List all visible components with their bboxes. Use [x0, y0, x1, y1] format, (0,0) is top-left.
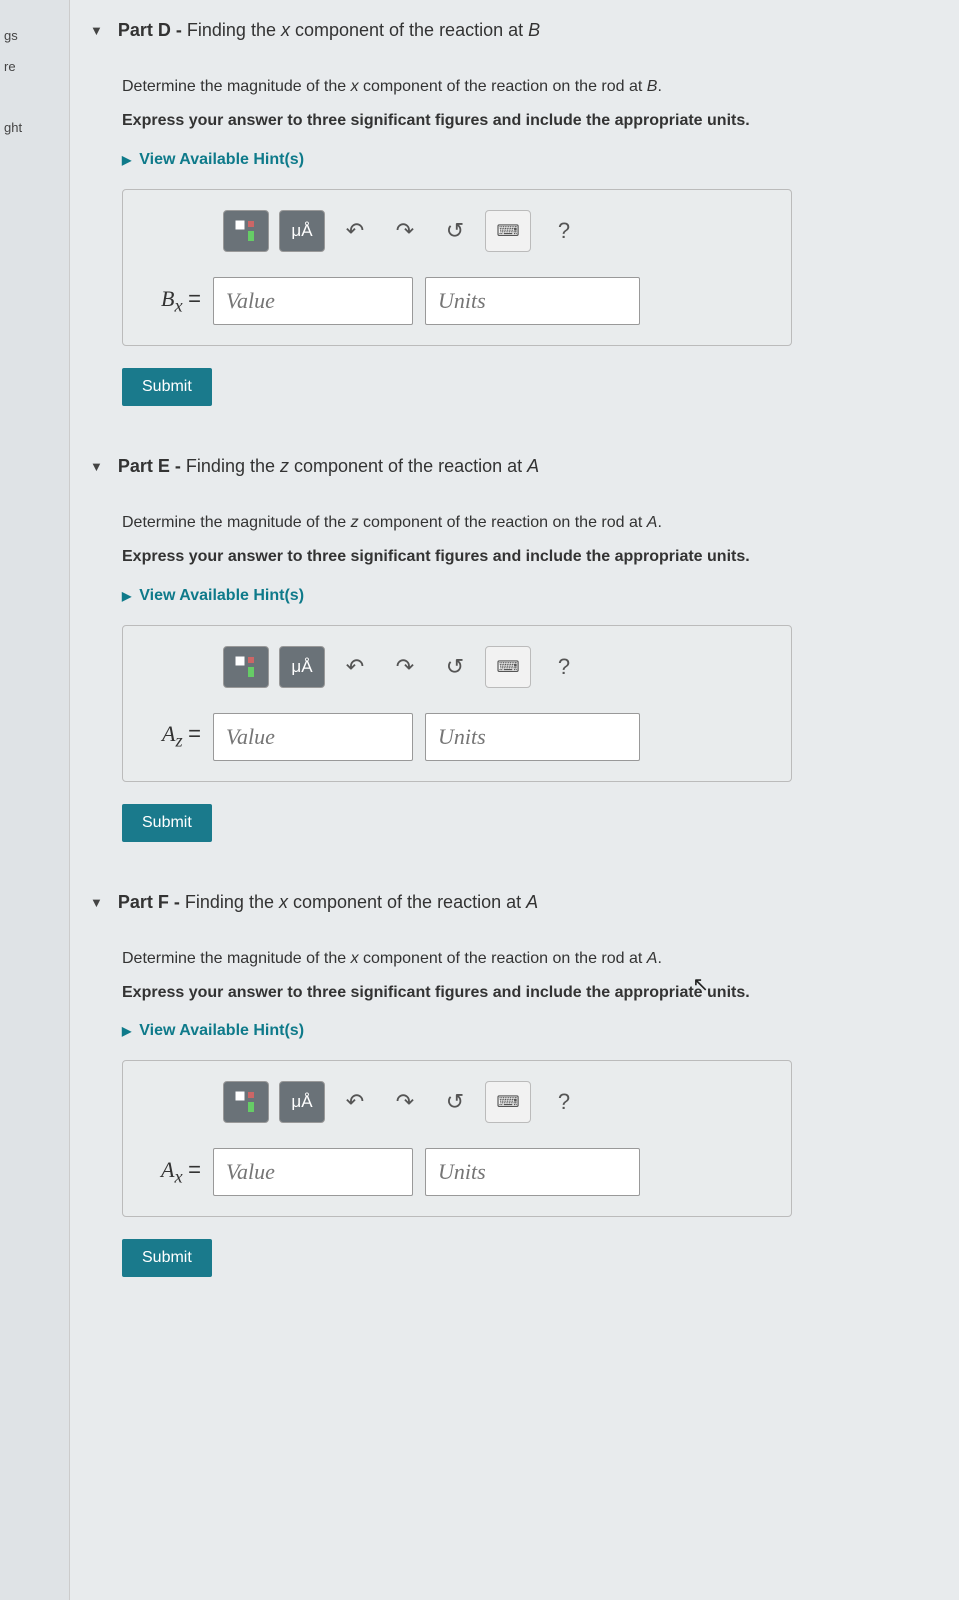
redo-button[interactable]: ↷ — [385, 646, 425, 688]
caret-down-icon: ▼ — [90, 23, 103, 38]
toolbar: μÅ ↶ ↷ ↺ ⌨ ? — [223, 646, 771, 688]
hints-label: View Available Hint(s) — [139, 151, 304, 169]
reset-button[interactable]: ↺ — [435, 646, 475, 688]
keyboard-button[interactable]: ⌨ — [485, 210, 531, 252]
instruction-text: Express your answer to three significant… — [122, 110, 919, 132]
value-input[interactable] — [213, 277, 413, 325]
templates-button[interactable] — [223, 210, 269, 252]
units-button[interactable]: μÅ — [279, 210, 325, 252]
value-input[interactable] — [213, 1148, 413, 1196]
main-content: ▼ Part D - Finding the x component of th… — [70, 0, 959, 1600]
units-input[interactable] — [425, 713, 640, 761]
input-row: Bx = — [143, 277, 771, 325]
submit-button[interactable]: Submit — [122, 804, 212, 842]
instruction-text: Express your answer to three significant… — [122, 546, 919, 568]
sidebar-item[interactable]: gs — [0, 20, 69, 51]
part-e: ▼ Part E - Finding the z component of th… — [90, 456, 919, 842]
view-hints-button[interactable]: ▶ View Available Hint(s) — [122, 151, 919, 169]
help-button[interactable]: ? — [541, 646, 587, 688]
answer-box: μÅ ↶ ↷ ↺ ⌨ ? Bx = — [122, 189, 792, 346]
undo-button[interactable]: ↶ — [335, 1081, 375, 1123]
units-input[interactable] — [425, 1148, 640, 1196]
keyboard-button[interactable]: ⌨ — [485, 646, 531, 688]
view-hints-button[interactable]: ▶ View Available Hint(s) — [122, 587, 919, 605]
part-header[interactable]: ▼ Part D - Finding the x component of th… — [90, 20, 919, 41]
view-hints-button[interactable]: ▶ View Available Hint(s) — [122, 1022, 919, 1040]
submit-button[interactable]: Submit — [122, 368, 212, 406]
caret-right-icon: ▶ — [122, 589, 131, 603]
part-f: ▼ Part F - Finding the x component of th… — [90, 892, 919, 1278]
submit-button[interactable]: Submit — [122, 1239, 212, 1277]
part-header[interactable]: ▼ Part F - Finding the x component of th… — [90, 892, 919, 913]
units-button[interactable]: μÅ — [279, 646, 325, 688]
sidebar-item[interactable]: ght — [0, 112, 69, 143]
question-text: Determine the magnitude of the x compone… — [122, 948, 919, 970]
units-button[interactable]: μÅ — [279, 1081, 325, 1123]
part-header[interactable]: ▼ Part E - Finding the z component of th… — [90, 456, 919, 477]
caret-right-icon: ▶ — [122, 1024, 131, 1038]
keyboard-button[interactable]: ⌨ — [485, 1081, 531, 1123]
question-text: Determine the magnitude of the x compone… — [122, 76, 919, 98]
value-input[interactable] — [213, 713, 413, 761]
caret-down-icon: ▼ — [90, 895, 103, 910]
variable-label: Ax = — [143, 1157, 201, 1187]
redo-button[interactable]: ↷ — [385, 1081, 425, 1123]
input-row: Ax = — [143, 1148, 771, 1196]
undo-button[interactable]: ↶ — [335, 210, 375, 252]
reset-button[interactable]: ↺ — [435, 1081, 475, 1123]
question-text: Determine the magnitude of the z compone… — [122, 512, 919, 534]
help-button[interactable]: ? — [541, 1081, 587, 1123]
part-d: ▼ Part D - Finding the x component of th… — [90, 20, 919, 406]
toolbar: μÅ ↶ ↷ ↺ ⌨ ? — [223, 1081, 771, 1123]
hints-label: View Available Hint(s) — [139, 587, 304, 605]
toolbar: μÅ ↶ ↷ ↺ ⌨ ? — [223, 210, 771, 252]
instruction-text: Express your answer to three significant… — [122, 982, 919, 1004]
sidebar: gs re ght — [0, 0, 70, 1600]
part-title: Part F - Finding the x component of the … — [118, 892, 538, 913]
variable-label: Az = — [143, 721, 201, 751]
help-button[interactable]: ? — [541, 210, 587, 252]
templates-button[interactable] — [223, 646, 269, 688]
input-row: Az = — [143, 713, 771, 761]
sidebar-item[interactable]: re — [0, 51, 69, 82]
answer-box: μÅ ↶ ↷ ↺ ⌨ ? Az = — [122, 625, 792, 782]
units-input[interactable] — [425, 277, 640, 325]
undo-button[interactable]: ↶ — [335, 646, 375, 688]
reset-button[interactable]: ↺ — [435, 210, 475, 252]
caret-down-icon: ▼ — [90, 459, 103, 474]
variable-label: Bx = — [143, 286, 201, 316]
part-title: Part D - Finding the x component of the … — [118, 20, 540, 41]
hints-label: View Available Hint(s) — [139, 1022, 304, 1040]
part-title: Part E - Finding the z component of the … — [118, 456, 539, 477]
redo-button[interactable]: ↷ — [385, 210, 425, 252]
templates-button[interactable] — [223, 1081, 269, 1123]
answer-box: μÅ ↶ ↷ ↺ ⌨ ? Ax = — [122, 1060, 792, 1217]
caret-right-icon: ▶ — [122, 153, 131, 167]
